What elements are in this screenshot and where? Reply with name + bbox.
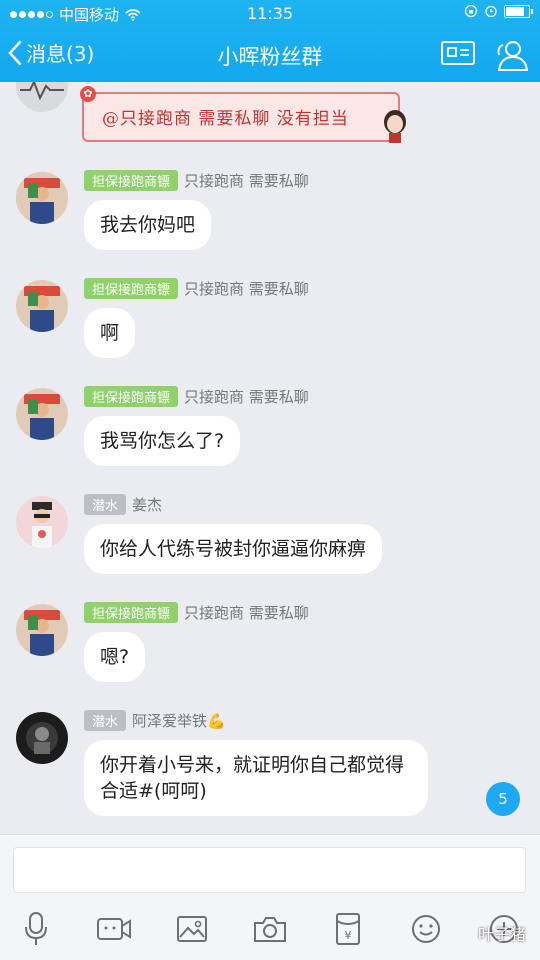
- member-badge: 潜水: [84, 710, 127, 731]
- avatar-image: [16, 172, 68, 224]
- alarm-icon: [485, 5, 497, 18]
- unread-count-badge[interactable]: 5: [486, 782, 520, 816]
- image-icon: [177, 916, 207, 942]
- group-card-button[interactable]: [440, 38, 476, 72]
- sender-name: 只接跑商 需要私聊: [184, 388, 309, 406]
- avatar-image: [20, 82, 64, 101]
- sender-name: 姜杰: [132, 496, 163, 514]
- message-meta: 潜水 姜杰: [84, 494, 162, 515]
- status-bar: 中国移动 11:35: [0, 0, 540, 28]
- announcement-banner[interactable]: ✿ @只接跑商 需要私聊 没有担当: [80, 86, 406, 143]
- message-meta: 担保接跑商镖 只接跑商 需要私聊: [84, 386, 309, 407]
- message-meta: 担保接跑商镖 只接跑商 需要私聊: [84, 278, 309, 299]
- avatar-image: [16, 388, 68, 440]
- group-members-button[interactable]: [493, 38, 531, 76]
- member-badge: 担保接跑商镖: [84, 170, 179, 191]
- message-bubble[interactable]: 嗯?: [84, 632, 146, 682]
- avatar[interactable]: [16, 82, 68, 112]
- sender-name: 只接跑商 需要私聊: [184, 280, 309, 298]
- member-badge: 担保接跑商镖: [84, 386, 179, 407]
- battery-fill: [506, 6, 525, 16]
- avatar-image: [16, 712, 68, 764]
- battery-icon: [504, 4, 533, 18]
- lock-rotation-icon: [464, 4, 478, 18]
- red-packet-icon: ¥: [336, 913, 360, 945]
- video-icon: [97, 918, 131, 940]
- message-meta: 潜水 阿泽爱举铁💪: [84, 710, 226, 731]
- member-badge: 潜水: [84, 494, 127, 515]
- message-meta: 担保接跑商镖 只接跑商 需要私聊: [84, 170, 309, 191]
- message-bubble[interactable]: 你开着小号来，就证明你自己都觉得合适#(呵呵): [84, 740, 428, 816]
- flower-icon: ✿: [80, 86, 96, 102]
- avatar[interactable]: [16, 388, 68, 440]
- photo-button[interactable]: [172, 909, 212, 949]
- status-time: 11:35: [246, 4, 294, 23]
- message-bubble[interactable]: 我去你妈吧: [84, 200, 212, 250]
- avatar[interactable]: [16, 496, 68, 548]
- svg-text:¥: ¥: [345, 929, 352, 942]
- voice-button[interactable]: [16, 909, 56, 949]
- avatar-image: [16, 496, 68, 548]
- camera-icon: [254, 917, 286, 942]
- sender-name: 只接跑商 需要私聊: [184, 172, 309, 190]
- member-badge: 担保接跑商镖: [84, 278, 179, 299]
- watermark: 叶子猪: [477, 925, 526, 944]
- video-call-button[interactable]: [94, 909, 134, 949]
- message-bubble[interactable]: 你给人代练号被封你逼逼你麻痹: [84, 524, 383, 574]
- avatar-image: [16, 280, 68, 332]
- chat-area[interactable]: ✿ @只接跑商 需要私聊 没有担当 担保接跑商镖 只接跑商 需要私聊 我去你妈吧: [0, 82, 540, 834]
- girl-sticker-icon: [384, 110, 406, 143]
- emoji-button[interactable]: [406, 909, 446, 949]
- message-meta: 担保接跑商镖 只接跑商 需要私聊: [84, 602, 309, 623]
- message-bubble[interactable]: 我骂你怎么了?: [84, 416, 241, 466]
- member-badge: 担保接跑商镖: [84, 602, 179, 623]
- nav-bar: 消息(3) 小晖粉丝群: [0, 28, 540, 82]
- input-toolbar: ¥: [0, 909, 540, 953]
- avatar-image: [16, 604, 68, 656]
- status-right: [464, 4, 533, 18]
- id-card-icon: [441, 41, 475, 65]
- banner-text: @只接跑商 需要私聊 没有担当: [102, 109, 349, 129]
- members-icon: [497, 41, 529, 71]
- input-area: ¥ 叶子猪: [0, 834, 540, 960]
- microphone-icon: [25, 912, 47, 945]
- sender-name: 阿泽爱举铁💪: [132, 712, 226, 730]
- emoji-icon: [412, 915, 440, 943]
- sender-name: 只接跑商 需要私聊: [184, 604, 309, 622]
- avatar[interactable]: [16, 712, 68, 764]
- header: 中国移动 11:35 消息(3) 小晖粉丝群: [0, 0, 540, 82]
- avatar[interactable]: [16, 172, 68, 224]
- avatar[interactable]: [16, 280, 68, 332]
- avatar[interactable]: [16, 604, 68, 656]
- message-bubble[interactable]: 啊: [84, 308, 136, 358]
- red-packet-button[interactable]: ¥: [328, 909, 368, 949]
- camera-button[interactable]: [250, 909, 290, 949]
- message-input[interactable]: [13, 847, 526, 893]
